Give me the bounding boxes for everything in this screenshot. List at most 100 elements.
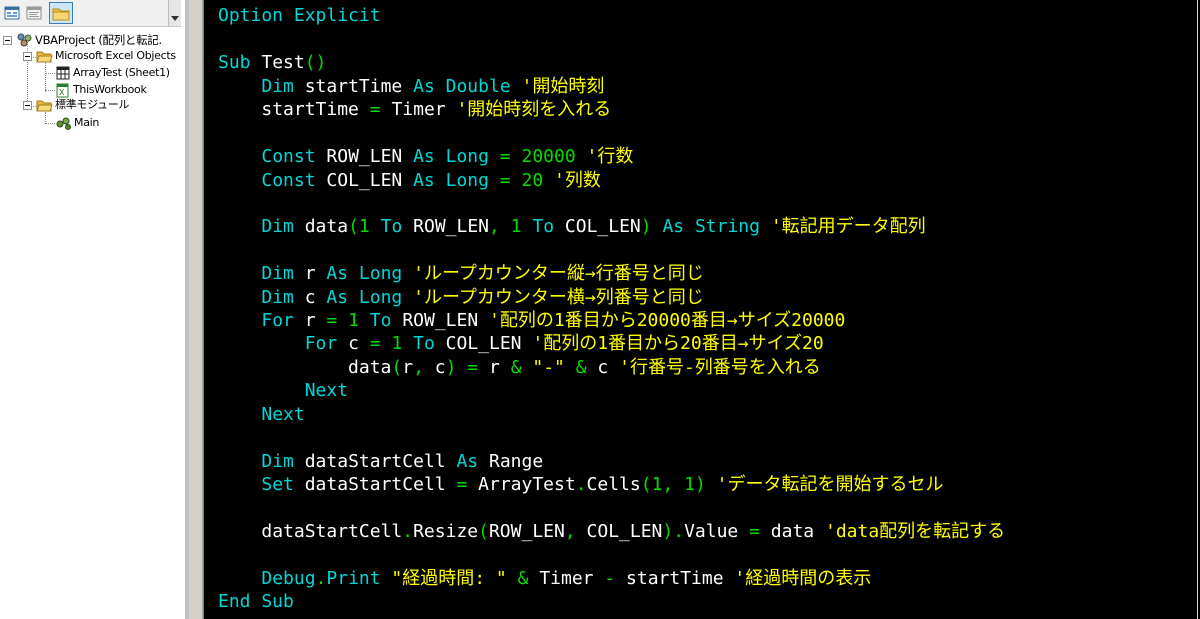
code-token: To <box>532 216 555 237</box>
code-line-23: dataStartCell.Resize(ROW_LEN, COL_LEN).V… <box>218 520 1005 543</box>
code-token: ArrayTest <box>478 474 576 495</box>
code-line-13: Dim c As Long 'ループカウンター横→列番号と同じ <box>218 286 704 309</box>
code-token: ) <box>445 357 457 378</box>
sheet-label: ArrayTest (Sheet1) <box>73 66 170 79</box>
code-comment: '経過時間の表示 <box>734 568 872 589</box>
code-token: Cells <box>586 474 641 495</box>
code-token: . <box>315 568 327 589</box>
code-line-10: Dim data(1 To ROW_LEN, 1 To COL_LEN) As … <box>218 215 926 238</box>
code-line-12: Dim r As Long 'ループカウンター縦→行番号と同じ <box>218 262 704 285</box>
code-token: . <box>673 521 685 542</box>
code-token: r <box>489 357 500 378</box>
code-token: As Long <box>413 146 489 167</box>
code-line-26: End Sub <box>218 590 294 613</box>
code-line-21: Set dataStartCell = ArrayTest.Cells(1, 1… <box>218 473 943 496</box>
tree-item-workbook[interactable]: X ThisWorkbook <box>55 82 147 98</box>
main-module-label: Main <box>74 116 100 129</box>
code-editor[interactable]: Option Explicit Sub Test() Dim startTime… <box>204 0 1196 619</box>
code-token: = <box>326 310 338 331</box>
code-token: Option Explicit <box>218 5 381 26</box>
code-token: Timer <box>391 99 446 120</box>
view-code-button[interactable] <box>24 3 44 23</box>
tree-item-excel-objects[interactable]: Microsoft Excel Objects <box>36 48 176 64</box>
code-string: "経過時間: " <box>391 568 507 589</box>
code-token: c <box>304 287 316 308</box>
view-code-icon <box>26 6 42 20</box>
collapse-modules-toggle[interactable] <box>23 101 32 110</box>
code-token: & <box>517 568 529 589</box>
collapse-project-toggle[interactable] <box>3 36 12 45</box>
code-token: = <box>467 357 479 378</box>
code-token: Set <box>261 474 294 495</box>
code-token: & <box>575 357 587 378</box>
code-token: Next <box>304 380 349 401</box>
toggle-folders-button[interactable] <box>49 2 73 24</box>
code-token: To <box>413 333 435 354</box>
code-token: As <box>456 451 479 472</box>
tree-connector <box>45 73 55 74</box>
code-token: Dim <box>261 451 294 472</box>
project-tree: VBAProject (配列と転記. Microsoft Excel Objec… <box>0 26 185 619</box>
code-line-18: Next <box>218 403 304 426</box>
code-comment: 'data配列を転記する <box>824 521 1006 542</box>
code-token: As Long <box>326 287 403 308</box>
code-token: ROW_LEN <box>488 521 565 542</box>
code-token: 1 <box>348 310 359 331</box>
code-token: For <box>261 310 294 331</box>
code-line-5: startTime = Timer '開始時刻を入れる <box>218 98 611 121</box>
project-explorer: VBAProject (配列と転記. Microsoft Excel Objec… <box>0 0 185 619</box>
tree-item-standard-modules[interactable]: 標準モジュール <box>36 97 129 113</box>
explorer-toolbar <box>0 0 181 27</box>
code-margin-indicator-bar[interactable] <box>189 0 203 619</box>
tree-item-project[interactable]: VBAProject (配列と転記. <box>16 32 162 48</box>
code-token: , <box>413 357 424 378</box>
svg-text:X: X <box>59 88 65 97</box>
code-token: ( <box>348 216 359 237</box>
code-token: , <box>662 474 674 495</box>
code-token: = <box>369 99 381 120</box>
code-token: Debug <box>261 568 316 589</box>
code-token: . <box>575 474 587 495</box>
code-token: As Long <box>326 263 403 284</box>
code-token: r <box>304 310 316 331</box>
code-comment: 'ループカウンター縦→行番号と同じ <box>413 263 704 284</box>
code-token: dataStartCell <box>304 451 446 472</box>
code-token: data <box>770 521 815 542</box>
code-line-15: For c = 1 To COL_LEN '配列の1番目から20番目→サイズ20 <box>218 332 824 355</box>
code-line-25: Debug.Print "経過時間: " & Timer - startTime… <box>218 567 871 590</box>
code-token: 1 <box>684 474 695 495</box>
code-token: r <box>402 357 414 378</box>
toolbar-scroll-button[interactable] <box>168 0 181 26</box>
code-line-16: data(r, c) = r & "-" & c '行番号-列番号を入れる <box>218 356 821 379</box>
code-comment: '行番号-列番号を入れる <box>619 357 821 378</box>
tree-item-sheet[interactable]: ArrayTest (Sheet1) <box>55 65 170 81</box>
code-line-17: Next <box>218 379 348 402</box>
code-token: To <box>369 310 392 331</box>
code-token: Resize <box>413 521 479 542</box>
view-object-button[interactable] <box>2 3 22 23</box>
tree-connector <box>27 40 28 107</box>
collapse-objects-toggle[interactable] <box>23 52 32 61</box>
tree-connector <box>45 123 55 124</box>
code-comment: '転記用データ配列 <box>770 216 926 237</box>
code-token: ( <box>391 357 403 378</box>
code-comment: 'ループカウンター横→列番号と同じ <box>413 287 704 308</box>
code-string: "-" <box>532 357 565 378</box>
code-token: ( <box>478 521 489 542</box>
code-comment: '配列の1番目から20000番目→サイズ20000 <box>489 310 846 331</box>
code-token: Print <box>326 568 381 589</box>
tree-item-main-module[interactable]: Main <box>55 115 99 131</box>
code-token: 1 <box>651 474 663 495</box>
code-token: For <box>304 333 338 354</box>
worksheet-icon <box>56 66 70 80</box>
project-label: VBAProject (配列と転記. <box>35 33 162 47</box>
code-token: Sub <box>218 52 251 73</box>
code-token: c <box>597 357 609 378</box>
code-token: End Sub <box>218 591 294 612</box>
code-token: dataStartCell <box>261 521 403 542</box>
code-token: COL_LEN <box>564 216 641 237</box>
code-token: As Double <box>413 76 511 97</box>
code-token: Const <box>261 170 316 191</box>
code-token: 1 <box>358 216 370 237</box>
code-token: . <box>402 521 414 542</box>
